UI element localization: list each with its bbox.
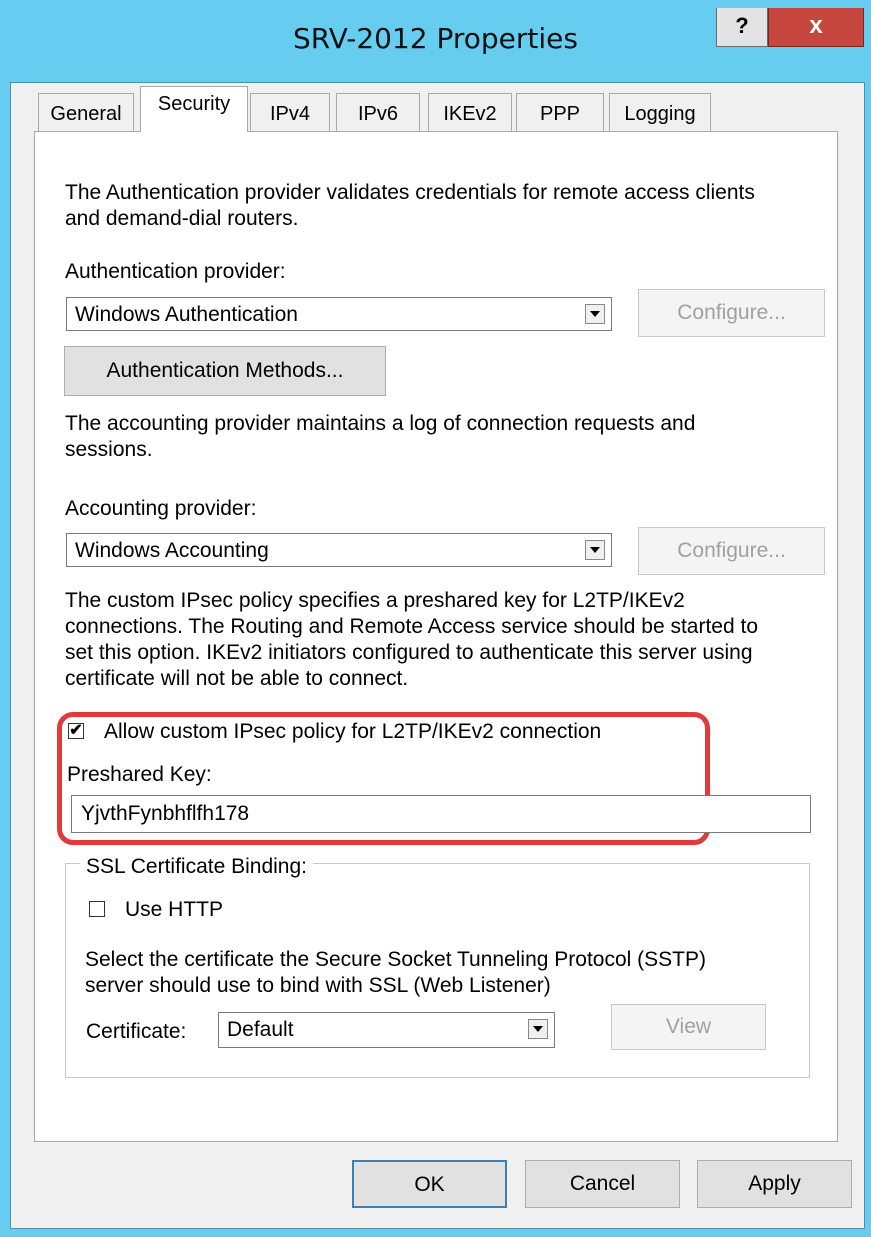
auth-provider-label: Authentication provider: — [65, 260, 286, 283]
view-certificate-button[interactable]: View — [611, 1004, 766, 1050]
use-http-label[interactable]: Use HTTP — [125, 897, 223, 923]
authentication-methods-button[interactable]: Authentication Methods... — [64, 346, 386, 396]
chevron-down-icon[interactable] — [585, 304, 605, 324]
accounting-provider-label: Accounting provider: — [65, 497, 257, 520]
tab-ipv6[interactable]: IPv6 — [336, 93, 420, 131]
cancel-button[interactable]: Cancel — [525, 1160, 680, 1208]
auth-provider-select[interactable]: Windows Authentication — [66, 297, 612, 331]
close-button[interactable]: x — [768, 8, 864, 47]
preshared-key-label: Preshared Key: — [67, 763, 212, 786]
ipsec-description-line1: The custom IPsec policy specifies a pres… — [65, 589, 685, 612]
help-button[interactable]: ? — [716, 8, 768, 47]
allow-custom-ipsec-checkbox[interactable]: ✔ — [68, 723, 84, 739]
ssl-certificate-binding-label: SSL Certificate Binding: — [80, 855, 314, 879]
accounting-description-line2: sessions. — [65, 438, 153, 461]
tab-ipv4[interactable]: IPv4 — [250, 93, 330, 131]
certificate-label: Certificate: — [86, 1020, 187, 1043]
accounting-provider-value: Windows Accounting — [75, 539, 269, 562]
ipsec-description-line2: connections. The Routing and Remote Acce… — [65, 615, 759, 638]
preshared-key-input[interactable]: YjvthFynbhflfh178 — [71, 795, 811, 833]
tab-logging[interactable]: Logging — [609, 93, 711, 131]
certificate-select[interactable]: Default — [218, 1012, 555, 1048]
auth-configure-button[interactable]: Configure... — [638, 289, 825, 337]
preshared-key-value: YjvthFynbhflfh178 — [81, 802, 250, 825]
tab-ppp[interactable]: PPP — [516, 93, 604, 131]
auth-description-line2: and demand-dial routers. — [65, 207, 299, 230]
use-http-checkbox[interactable] — [89, 901, 105, 917]
certificate-value: Default — [227, 1018, 294, 1041]
auth-description-line1: The Authentication provider validates cr… — [65, 181, 755, 204]
ok-button[interactable]: OK — [352, 1160, 507, 1208]
ipsec-description-line3: set this option. IKEv2 initiators config… — [65, 641, 753, 664]
accounting-provider-select[interactable]: Windows Accounting — [66, 533, 612, 567]
tab-general[interactable]: General — [38, 93, 134, 131]
accounting-description-line1: The accounting provider maintains a log … — [65, 412, 696, 435]
tab-ikev2[interactable]: IKEv2 — [428, 93, 512, 131]
ipsec-description-line4: certificate will not be able to connect. — [65, 667, 409, 690]
allow-custom-ipsec-label[interactable]: Allow custom IPsec policy for L2TP/IKEv2… — [104, 719, 601, 745]
tab-security[interactable]: Security — [140, 86, 248, 132]
ssl-description-line1: Select the certificate the Secure Socket… — [85, 948, 706, 971]
chevron-down-icon[interactable] — [528, 1019, 548, 1039]
ssl-description-line2: server should use to bind with SSL (Web … — [85, 974, 551, 997]
auth-provider-value: Windows Authentication — [75, 303, 298, 326]
accounting-configure-button[interactable]: Configure... — [638, 527, 825, 575]
chevron-down-icon[interactable] — [585, 540, 605, 560]
apply-button[interactable]: Apply — [697, 1160, 852, 1208]
